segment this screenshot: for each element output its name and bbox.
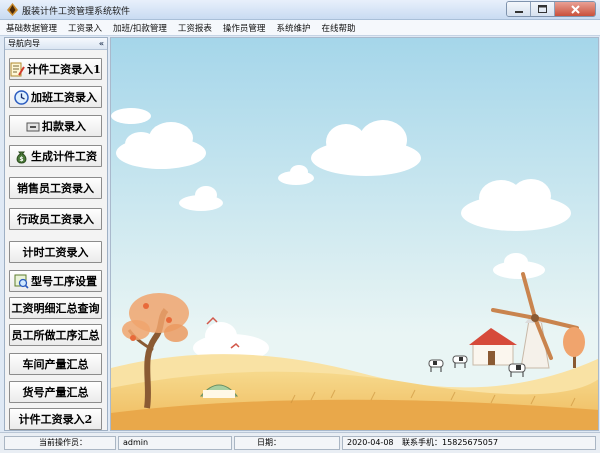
clock-icon: [14, 89, 29, 105]
nav-sidebar: 导航向导 « 计件工资录入1 加班工资录入 扣款录入 $ 生成计件工资 销售员工…: [4, 37, 108, 431]
nav-label: 销售员工资录入: [17, 182, 94, 195]
nav-label: 行政员工资录入: [17, 213, 94, 226]
date-label-text: 日期：: [257, 438, 281, 447]
nav-label: 工资明细汇总查询: [11, 302, 100, 315]
nav-label: 扣款录入: [42, 120, 86, 133]
window-title: 服装计件工资管理系统软件: [22, 7, 131, 17]
nav-label: 员工所做工序汇总: [11, 329, 100, 342]
close-button[interactable]: [555, 2, 595, 16]
nav-sales-wage-entry[interactable]: 销售员工资录入: [9, 177, 102, 199]
nav-admin-wage-entry[interactable]: 行政员工资录入: [9, 208, 102, 230]
menu-system-maintenance[interactable]: 系统维护: [276, 22, 310, 34]
nav-employee-process-summary[interactable]: 员工所做工序汇总: [9, 324, 102, 346]
main-background: [110, 37, 599, 431]
minimize-button[interactable]: [507, 2, 531, 16]
date-value-text: 2020-04-08: [347, 438, 394, 447]
nav-label: 加班工资录入: [31, 91, 97, 104]
landscape-illustration: [111, 38, 598, 430]
close-icon: [570, 4, 580, 14]
cloud: [111, 108, 151, 124]
edit-form-icon: [10, 62, 26, 76]
menu-basic-data[interactable]: 基础数据管理: [6, 22, 57, 34]
operator-label-text: 当前操作员：: [39, 438, 87, 447]
sidebar-header: 导航向导 «: [5, 38, 107, 50]
nav-hourly-wage-entry[interactable]: 计时工资录入: [9, 241, 102, 263]
maximize-button[interactable]: [531, 2, 555, 16]
menu-wage-report[interactable]: 工资报表: [178, 22, 212, 34]
nav-overtime-wage-entry[interactable]: 加班工资录入: [9, 86, 102, 108]
menu-operator-management[interactable]: 操作员管理: [223, 22, 266, 34]
date-phone-info: 2020-04-08 联系手机：15825675057: [342, 436, 596, 450]
title-bar: 服装计件工资管理系统软件: [0, 0, 600, 20]
status-bar: 当前操作员： admin 日期： 2020-04-08 联系手机：1582567…: [0, 432, 600, 453]
maximize-icon: [538, 5, 547, 13]
nav-model-process-settings[interactable]: 型号工序设置: [9, 270, 102, 292]
sidebar-title: 导航向导: [8, 39, 40, 48]
menu-wage-entry[interactable]: 工资录入: [68, 22, 102, 34]
menu-online-help[interactable]: 在线帮助: [321, 22, 355, 34]
window-controls: [506, 1, 596, 17]
operator-label: 当前操作员：: [4, 436, 116, 450]
nav-workshop-output-summary[interactable]: 车间产量汇总: [9, 353, 102, 375]
phone-text: 联系手机：15825675057: [402, 438, 499, 447]
nav-deduction-entry[interactable]: 扣款录入: [9, 115, 102, 137]
minimize-icon: [514, 11, 523, 13]
nav-generate-piece-wage[interactable]: $ 生成计件工资: [9, 145, 102, 167]
nav-label: 计时工资录入: [22, 246, 89, 259]
nav-item-output-summary[interactable]: 货号产量汇总: [9, 381, 102, 403]
svg-text:$: $: [19, 156, 23, 163]
collapse-icon[interactable]: «: [99, 39, 104, 48]
date-label: 日期：: [234, 436, 340, 450]
nav-label: 型号工序设置: [31, 275, 97, 288]
minus-keyboard-icon: [26, 122, 40, 131]
money-bag-icon: $: [16, 151, 27, 164]
nav-label: 计件工资录入1: [27, 63, 101, 76]
nav-piece-wage-entry-1[interactable]: 计件工资录入1: [9, 58, 102, 80]
nav-piece-wage-entry-2[interactable]: 计件工资录入2: [9, 408, 102, 430]
nav-label: 货号产量汇总: [22, 386, 89, 399]
operator-value-text: admin: [123, 438, 149, 447]
nav-label: 车间产量汇总: [22, 358, 89, 371]
menu-overtime-deduction[interactable]: 加班/扣款管理: [113, 22, 167, 34]
nav-label: 生成计件工资: [31, 150, 97, 163]
nav-wage-detail-summary[interactable]: 工资明细汇总查询: [9, 297, 102, 319]
nav-label: 计件工资录入2: [18, 413, 93, 426]
menu-bar: 基础数据管理 工资录入 加班/扣款管理 工资报表 操作员管理 系统维护 在线帮助: [0, 20, 600, 36]
settings-search-icon: [14, 274, 29, 289]
operator-value: admin: [118, 436, 232, 450]
app-icon: [7, 3, 18, 16]
